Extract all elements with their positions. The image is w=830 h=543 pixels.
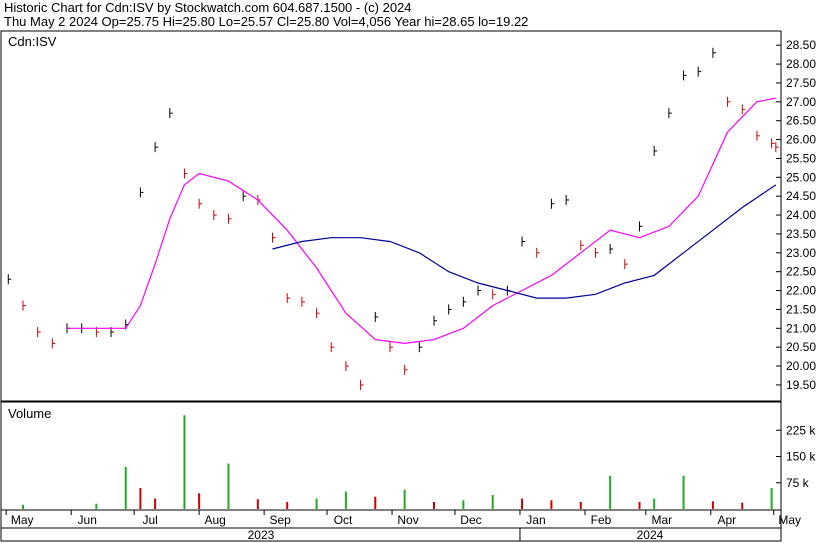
- price-tick-label: 26.00: [786, 133, 816, 147]
- month-tick-label: May: [778, 513, 801, 527]
- price-tick-label: 22.50: [786, 265, 816, 279]
- price-tick-label: 24.00: [786, 208, 816, 222]
- price-tick-label: 28.00: [786, 57, 816, 71]
- month-tick-label: Mar: [651, 513, 672, 527]
- price-tick-label: 21.00: [786, 321, 816, 335]
- price-tick-label: 20.00: [786, 359, 816, 373]
- price-tick-label: 21.50: [786, 302, 816, 316]
- volume-tick-label: 75 k: [786, 476, 810, 490]
- volume-tick-label: 225 k: [786, 423, 816, 437]
- volume-panel-label: Volume: [8, 406, 51, 421]
- month-tick-label: Jun: [78, 513, 97, 527]
- year-axis-frame: [0, 527, 782, 542]
- price-tick-label: 28.50: [786, 38, 816, 52]
- price-tick-label: 25.50: [786, 151, 816, 165]
- month-tick-label: Jul: [142, 513, 157, 527]
- month-tick-label: Aug: [204, 513, 225, 527]
- year-label: 2023: [248, 528, 275, 542]
- price-tick-label: 22.00: [786, 284, 816, 298]
- month-tick-label: Sep: [269, 513, 291, 527]
- volume-panel-frame: [0, 401, 782, 511]
- month-tick-label: Jan: [526, 513, 545, 527]
- price-tick-label: 26.50: [786, 114, 816, 128]
- volume-tick-label: 150 k: [786, 450, 816, 464]
- moving-average-short-line: [67, 97, 776, 345]
- chart-canvas: Cdn:ISV Volume 28.50 28.00 27.50 27.00 26.50…: [0, 30, 816, 542]
- price-tick-label: 27.00: [786, 95, 816, 109]
- price-tick-label: 19.50: [786, 378, 816, 392]
- month-tick-label: Apr: [717, 513, 736, 527]
- price-tick-label: 23.00: [786, 246, 816, 260]
- month-tick-label: Dec: [460, 513, 481, 527]
- price-tick-label: 24.50: [786, 189, 816, 203]
- price-tick-label: 20.50: [786, 340, 816, 354]
- year-label: 2024: [637, 528, 664, 542]
- price-tick-label: 23.50: [786, 227, 816, 241]
- price-tick-label: 27.50: [786, 76, 816, 90]
- month-tick-label: Feb: [591, 513, 612, 527]
- price-tick-label: 25.00: [786, 170, 816, 184]
- month-tick-label: Oct: [334, 513, 353, 527]
- price-panel-label: Cdn:ISV: [8, 34, 57, 49]
- month-tick-label: Nov: [397, 513, 418, 527]
- stock-chart-page: Historic Chart for Cdn:ISV by Stockwatch…: [0, 0, 830, 543]
- month-tick-label: May: [11, 513, 34, 527]
- price-panel-frame: [0, 30, 782, 402]
